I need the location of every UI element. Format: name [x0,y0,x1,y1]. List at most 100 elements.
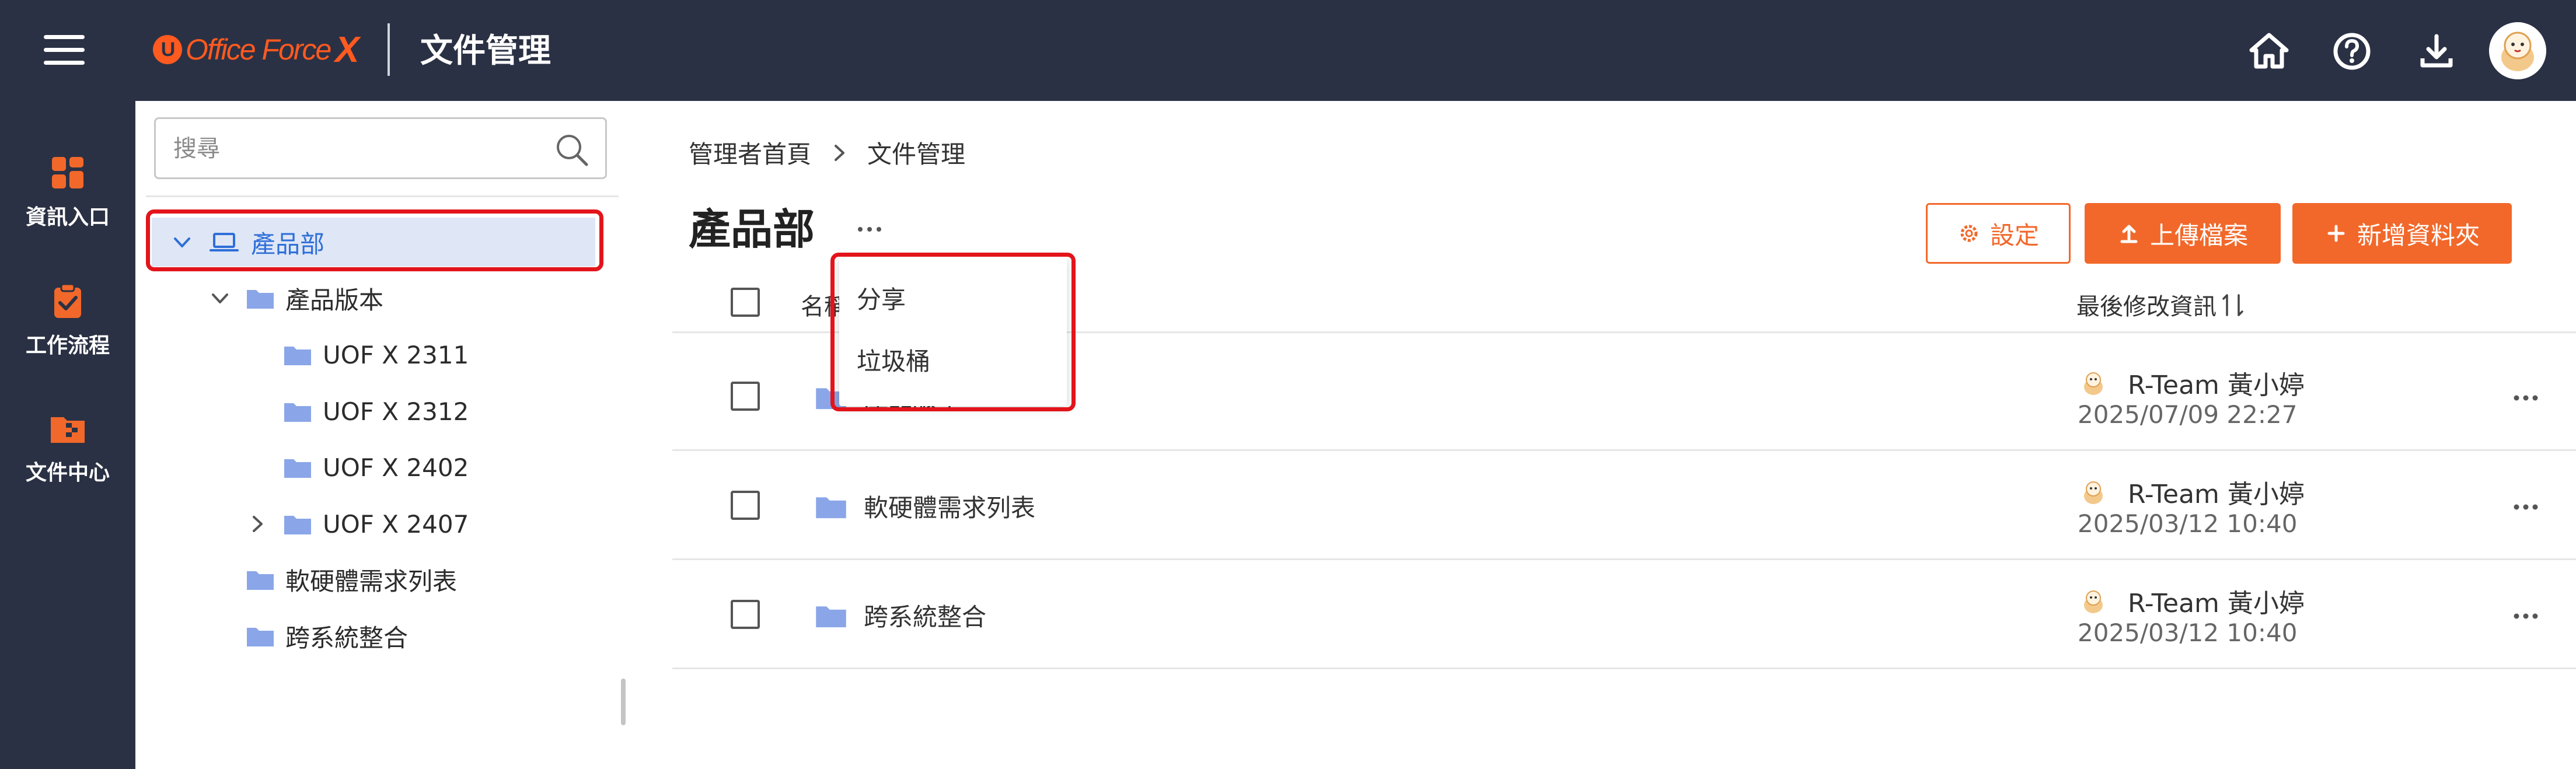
new-folder-button[interactable]: 新增資料夾 [2292,203,2512,264]
main-content: 管理者首頁 文件管理 產品部 設定 上傳檔案 新增資料夾 名稱 最後修改資訊 R… [626,101,2576,769]
column-modified-header[interactable]: 最後修改資訊 [2076,288,2245,321]
tree-node-label: UOF X 2312 [323,397,469,426]
plus-icon [2327,225,2345,242]
highlight-frame-tree-root [146,209,603,271]
row-name[interactable]: 跨系統整合 [815,597,986,633]
user-avatar-small [2084,372,2103,395]
row-more-icon[interactable] [2511,610,2541,622]
folder-icon [284,403,311,422]
row-name[interactable]: 軟硬體需求列表 [815,488,1035,524]
menu-item-trash[interactable]: 垃圾桶 [857,344,930,379]
more-options-icon[interactable] [852,221,887,238]
folder-icon [247,290,274,309]
brand-logo: U Office Force X [153,29,359,70]
search-icon[interactable] [554,132,590,168]
tree-search-input[interactable] [172,130,548,168]
row-checkbox[interactable] [731,382,760,411]
logo-suffix: X [335,29,359,70]
folder-icon [284,347,311,365]
table-row[interactable]: 跨系統整合 R-Team 黃小婷 2025/03/12 10:40 [672,560,2576,669]
tree-node-label: 軟硬體需求列表 [285,567,458,596]
row-checkbox[interactable] [731,600,760,629]
row-user-label: R-Team 黃小婷 [2128,480,2305,509]
row-modified-user: R-Team 黃小婷 [2078,473,2305,511]
row-modified-time: 2025/03/12 10:40 [2078,618,2298,647]
user-avatar-small [2084,481,2103,504]
rail-label-documents: 文件中心 [25,461,110,485]
logo-text: Office Force [186,33,331,66]
tree-node-product-versions[interactable]: 產品版本 [208,281,383,316]
folder-icon [284,516,311,534]
select-all-checkbox[interactable] [731,288,760,317]
sort-icon[interactable] [2221,291,2245,319]
rail-item-workflow[interactable]: 工作流程 [0,282,135,359]
rail-item-documents[interactable]: 文件中心 [0,409,135,486]
rail-label-workflow: 工作流程 [25,334,110,358]
tree-node-label: UOF X 2402 [323,453,469,482]
portal-icon [52,157,83,188]
tree-node-label: 產品版本 [285,285,384,314]
settings-button-label: 設定 [1989,221,2039,250]
breadcrumb: 管理者首頁 文件管理 [689,135,965,170]
breadcrumb-current: 文件管理 [867,140,966,169]
chevron-right-icon [835,144,845,161]
user-avatar[interactable] [2489,22,2546,79]
user-avatar-small [2084,590,2103,613]
folder-icon [247,628,274,646]
tree-node-integration[interactable]: 跨系統整合 [246,618,408,653]
title-options-menu: 分享 垃圾桶 [839,257,1067,406]
row-user-label: R-Team 黃小婷 [2128,589,2305,618]
document-center-icon [51,417,85,443]
table-row[interactable]: 軟硬體需求列表 R-Team 黃小婷 2025/03/12 10:40 [672,451,2576,560]
tree-node-uof-2407[interactable]: UOF X 2407 [246,506,469,541]
top-bar: U Office Force X 文件管理 [0,0,2576,101]
row-modified-user: R-Team 黃小婷 [2078,364,2305,401]
workflow-icon [54,283,81,318]
tree-node-uof-2312[interactable]: UOF X 2312 [283,394,469,429]
logo-mark: U [153,35,182,64]
gear-icon [1960,225,1978,242]
row-modified-time: 2025/07/09 22:27 [2078,400,2298,429]
settings-button[interactable]: 設定 [1926,203,2071,264]
row-modified-user: R-Team 黃小婷 [2078,582,2305,620]
app-title: 文件管理 [420,32,551,70]
row-more-icon[interactable] [2511,501,2541,513]
hamburger-menu-icon[interactable] [44,35,85,65]
home-icon[interactable] [2246,28,2292,75]
download-icon[interactable] [2413,28,2460,75]
tree-node-requirements[interactable]: 軟硬體需求列表 [246,562,457,597]
header-divider [388,23,390,76]
page-title: 產品部 [689,205,815,254]
upload-button[interactable]: 上傳檔案 [2085,203,2281,264]
folder-icon [284,459,311,478]
tree-search-box [154,117,607,179]
help-icon[interactable] [2329,28,2375,75]
nav-rail: 資訊入口 工作流程 文件中心 [0,101,135,769]
row-user-label: R-Team 黃小婷 [2128,370,2305,400]
app-window: U Office Force X 文件管理 資訊入口 工作流程 文件中心 搜尋 … [0,0,2576,769]
new-folder-button-label: 新增資料夾 [2357,221,2480,250]
folder-icon [247,571,274,590]
column-modified-label: 最後修改資訊 [2076,293,2217,320]
folder-tree-panel: 產品部 產品版本 UOF X 2311 UOF X 2312 [135,101,626,769]
folder-icon [816,497,846,518]
tree-node-uof-2311[interactable]: UOF X 2311 [283,337,469,372]
rail-item-portal[interactable]: 資訊入口 [0,153,135,230]
breadcrumb-home[interactable]: 管理者首頁 [689,135,811,170]
menu-item-share[interactable]: 分享 [857,282,906,317]
upload-button-label: 上傳檔案 [2149,221,2248,250]
chevron-right-icon[interactable] [246,512,269,536]
tree-node-uof-2402[interactable]: UOF X 2402 [283,450,469,485]
tree-node-label: 跨系統整合 [285,623,409,652]
chevron-down-icon[interactable] [208,286,232,310]
tree-divider [146,195,619,197]
row-modified-time: 2025/03/12 10:40 [2078,509,2298,538]
tree-scrollbar[interactable] [621,679,626,725]
row-name-label: 軟硬體需求列表 [864,494,1036,522]
tree-node-label: UOF X 2407 [323,509,469,539]
rail-label-portal: 資訊入口 [25,205,110,229]
upload-icon [2120,225,2138,243]
row-more-icon[interactable] [2511,392,2541,404]
tree-node-label: UOF X 2311 [323,340,469,369]
row-checkbox[interactable] [731,491,760,520]
